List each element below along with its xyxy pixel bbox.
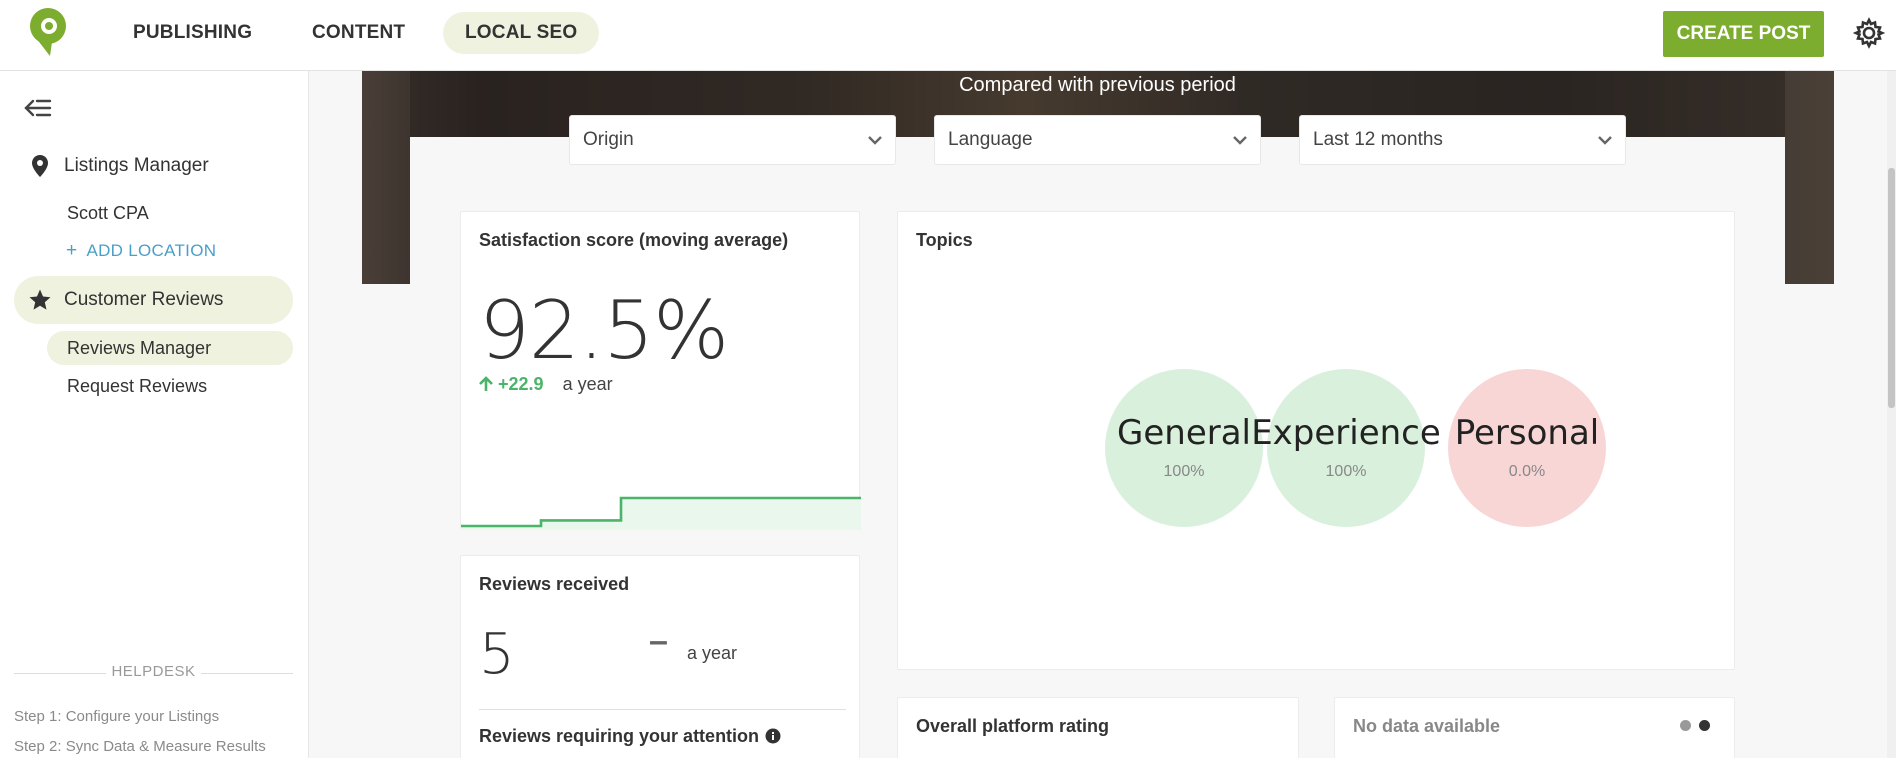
carousel-dot-active[interactable] <box>1699 720 1710 731</box>
sidebar-item-label: Listings Manager <box>64 155 209 176</box>
carousel-dot[interactable] <box>1680 720 1691 731</box>
no-data-label: No data available <box>1353 716 1501 736</box>
divider-line <box>201 673 293 674</box>
topic-percent: 100% <box>1325 463 1367 480</box>
period-select[interactable]: Last 12 months <box>1299 115 1626 165</box>
add-location-link[interactable]: + ADD LOCATION <box>66 240 216 262</box>
select-value: Origin <box>583 129 634 150</box>
help-link-step-2[interactable]: Step 2: Sync Data & Measure Results <box>14 738 266 755</box>
topic-percent: 0.0% <box>1508 463 1546 480</box>
satisfaction-trend-chart <box>461 496 861 530</box>
topic-bubble-experience[interactable]: Experience 100% <box>1251 369 1441 527</box>
collapse-sidebar-icon[interactable] <box>24 97 52 119</box>
nav-content[interactable]: CONTENT <box>290 12 427 54</box>
sidebar-item-customer-reviews[interactable]: Customer Reviews <box>14 276 293 324</box>
delta-value: +22.9 <box>498 374 544 394</box>
reviews-period: a year <box>687 643 738 663</box>
sidebar-item-label: Reviews Manager <box>67 338 212 358</box>
select-value: Language <box>948 129 1033 150</box>
reviews-received-card: Reviews received 5 – a year Reviews requ… <box>460 555 860 758</box>
chevron-down-icon <box>868 136 882 145</box>
no-data-card: No data available <box>1334 697 1735 758</box>
satisfaction-score-card: Satisfaction score (moving average) 92.5… <box>460 211 861 530</box>
gear-icon[interactable] <box>1853 17 1885 49</box>
sidebar-item-request-reviews[interactable]: Request Reviews <box>47 369 293 403</box>
top-bar: PUBLISHING CONTENT LOCAL SEO CREATE POST <box>0 0 1896 71</box>
origin-select[interactable]: Origin <box>569 115 896 165</box>
plus-icon: + <box>66 240 78 261</box>
chevron-down-icon <box>1598 136 1612 145</box>
scrollbar-thumb[interactable] <box>1888 168 1895 408</box>
delta-period: a year <box>562 374 613 394</box>
arrow-up-icon <box>479 376 493 391</box>
chevron-down-icon <box>1233 136 1247 145</box>
reviews-count: 5 <box>479 622 515 687</box>
attention-label: Reviews requiring your attention <box>479 726 760 746</box>
card-title: Overall platform rating <box>916 716 1110 736</box>
nav-publishing[interactable]: PUBLISHING <box>111 12 274 54</box>
sidebar: Listings Manager Scott CPA + ADD LOCATIO… <box>0 71 309 758</box>
location-pin-icon <box>32 155 48 177</box>
sidebar-item-reviews-manager[interactable]: Reviews Manager <box>47 331 293 365</box>
card-title: Satisfaction score (moving average) <box>479 230 789 250</box>
sidebar-item-location[interactable]: Scott CPA <box>47 196 293 230</box>
info-icon[interactable] <box>765 728 781 744</box>
nav-local-seo[interactable]: LOCAL SEO <box>443 12 600 54</box>
overall-platform-rating-card: Overall platform rating <box>897 697 1299 758</box>
topic-bubble-personal[interactable]: Personal 0.0% <box>1448 369 1606 527</box>
sidebar-item-listings-manager[interactable]: Listings Manager <box>14 142 293 190</box>
score-delta: +22.9 a year <box>479 374 613 395</box>
helpdesk-label: HELPDESK <box>111 663 196 680</box>
language-select[interactable]: Language <box>934 115 1261 165</box>
star-icon <box>29 289 51 310</box>
topic-percent: 100% <box>1163 463 1205 480</box>
reviews-attention-heading: Reviews requiring your attention <box>479 726 781 747</box>
compared-label: Compared with previous period <box>959 74 1236 96</box>
card-title: Topics <box>916 230 973 250</box>
create-post-button[interactable]: CREATE POST <box>1663 11 1824 57</box>
card-title: Reviews received <box>479 574 630 594</box>
help-link-step-1[interactable]: Step 1: Configure your Listings <box>14 708 219 725</box>
helpdesk-divider: HELPDESK <box>14 663 293 683</box>
select-value: Last 12 months <box>1313 129 1443 150</box>
location-name: Scott CPA <box>67 203 149 223</box>
topics-card: Topics General 100% Experience 100% Pers… <box>897 211 1735 670</box>
logo-icon[interactable] <box>28 6 74 58</box>
sidebar-item-label: Customer Reviews <box>64 289 224 310</box>
divider <box>479 709 846 710</box>
add-location-label: ADD LOCATION <box>86 241 217 260</box>
sidebar-item-label: Request Reviews <box>67 376 208 396</box>
topic-name: Personal <box>1454 413 1600 453</box>
satisfaction-score-value: 92.5% <box>479 284 729 377</box>
reviews-delta: – <box>649 622 668 660</box>
